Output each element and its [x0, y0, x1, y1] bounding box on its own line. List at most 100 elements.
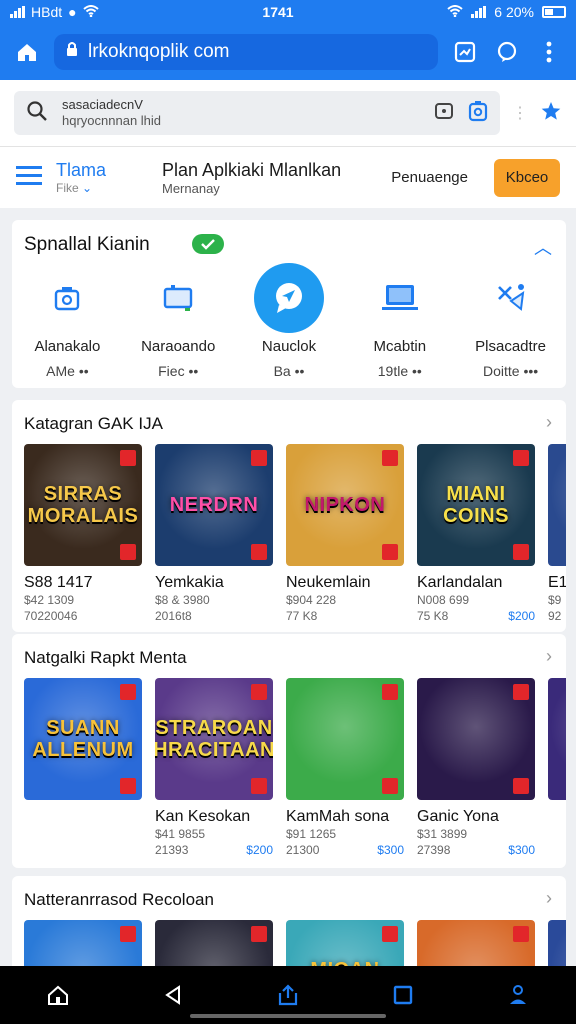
- app-tile[interactable]: SIRRAS MORALAIS S88 1417 $42 1309 70220046: [24, 444, 142, 624]
- category-item[interactable]: Naraoando Fiec ••: [123, 260, 234, 380]
- app-tile[interactable]: Ganic Yona $31 3899 27398 $300: [417, 678, 535, 858]
- section-title: Natgalki Rapkt Menta: [24, 648, 187, 667]
- square-icon: [393, 985, 413, 1005]
- app-meta-2: 2016t8: [155, 609, 192, 623]
- app-title: Kan Kesokan: [155, 808, 251, 825]
- camera-search-icon[interactable]: [468, 100, 488, 127]
- badge-icon: [120, 544, 136, 560]
- app-title: Karlandalan: [417, 574, 503, 591]
- app-title: E1: [548, 574, 566, 591]
- category-label: Plsacadtre: [475, 338, 547, 355]
- battery-icon: [542, 6, 566, 18]
- app-tile[interactable]: [548, 678, 566, 858]
- tabs-button[interactable]: [450, 37, 480, 67]
- home-indicator[interactable]: [190, 1014, 386, 1018]
- app-thumbnail[interactable]: STRAROAN HRACITAAN: [155, 678, 273, 800]
- app-thumbnail[interactable]: [417, 920, 535, 972]
- badge-icon: [382, 684, 398, 700]
- app-meta-2: 21393: [155, 843, 189, 857]
- app-thumbnail[interactable]: SIRRAS MORALAIS: [24, 444, 142, 566]
- nav-back-button[interactable]: [153, 975, 193, 1015]
- chevron-right-icon[interactable]: ›: [546, 888, 552, 909]
- app-thumbnail[interactable]: [548, 678, 566, 800]
- app-thumbnail[interactable]: [417, 678, 535, 800]
- app-thumbnail[interactable]: [286, 678, 404, 800]
- app-thumbnail[interactable]: NERDRN: [155, 444, 273, 566]
- nav-home-button[interactable]: [38, 975, 78, 1015]
- nav-profile-button[interactable]: [498, 975, 538, 1015]
- section-card-3: Natteranrrasod Recoloan › MIOAN MEREEN: [12, 876, 566, 972]
- app-meta-2: 27398: [417, 843, 451, 857]
- app-price: $300: [377, 843, 404, 857]
- page-title: Plan Aplkiaki Mlanlkan: [162, 159, 342, 180]
- app-tile[interactable]: SUANN ALLENUM: [24, 678, 142, 858]
- app-thumbnail[interactable]: [155, 920, 273, 972]
- divider-dots: ⋮: [512, 105, 528, 122]
- category-item[interactable]: Mcabtin 19tle ••: [344, 260, 455, 380]
- status-bar: HBdt ● 1741 6 20%: [0, 0, 576, 24]
- nav-share-button[interactable]: [268, 975, 308, 1015]
- hamburger-icon[interactable]: [16, 164, 42, 191]
- search-input[interactable]: sasaciadecnV hqryocnnnan lhid: [14, 91, 500, 135]
- chevron-right-icon[interactable]: ›: [546, 646, 552, 667]
- category-item[interactable]: Alanakalo AMe ••: [12, 260, 123, 380]
- nav-tabs-button[interactable]: [383, 975, 423, 1015]
- app-thumbnail[interactable]: SUANN ALLENUM: [24, 678, 142, 800]
- app-tile[interactable]: NIPKON Neukemlain $904 228 77 K8: [286, 444, 404, 624]
- thumbnail-title-art: MIANI COINS: [443, 483, 509, 527]
- app-tile[interactable]: [417, 920, 535, 972]
- app-tile[interactable]: MIANI COINS Karlandalan N008 699 75 K8 $200: [417, 444, 535, 624]
- app-meta-2: 92: [548, 609, 562, 623]
- app-thumbnail[interactable]: [24, 920, 142, 972]
- app-thumbnail[interactable]: MIOAN MEREEN: [286, 920, 404, 972]
- badge-icon: [513, 544, 529, 560]
- notification-icon: ●: [68, 4, 77, 20]
- app-tile[interactable]: NERDRN Yemkakia $8 & 3980 2016t8: [155, 444, 273, 624]
- home-button[interactable]: [12, 37, 42, 67]
- badge-icon: [382, 778, 398, 794]
- app-thumbnail[interactable]: [548, 920, 566, 972]
- scan-icon[interactable]: [434, 102, 454, 125]
- header-cta-button[interactable]: Kbceo: [494, 158, 560, 197]
- search-icon: [26, 100, 48, 127]
- section-card-2: Natgalki Rapkt Menta › SUANN ALLENUM STRA…: [12, 634, 566, 868]
- app-thumbnail[interactable]: MIANI COINS: [417, 444, 535, 566]
- assistant-button[interactable]: [492, 37, 522, 67]
- tabs-icon: [454, 41, 476, 63]
- badge-icon: [513, 684, 529, 700]
- menu-button[interactable]: [534, 37, 564, 67]
- app-tile[interactable]: [155, 920, 273, 972]
- chevron-right-icon[interactable]: ›: [546, 412, 552, 433]
- header-link[interactable]: Penuaenge: [391, 169, 468, 186]
- category-list: Alanakalo AMe •• Naraoando Fiec •• Naucl…: [12, 260, 566, 380]
- badge-icon: [513, 926, 529, 942]
- home-outline-icon: [47, 985, 68, 1005]
- section-title: Katagran GAK IJA: [24, 414, 163, 433]
- category-item[interactable]: Nauclok Ba ••: [234, 260, 345, 380]
- app-tile[interactable]: E1 $9 92: [548, 444, 566, 624]
- thumbnail-title-art: NIPKON: [304, 494, 386, 516]
- search-query: sasaciadecnV: [62, 97, 143, 112]
- chevron-up-icon[interactable]: ︿: [534, 234, 552, 260]
- thumbnail-title-art: STRAROAN HRACITAAN: [155, 717, 273, 761]
- category-item[interactable]: Plsacadtre Doitte •••: [455, 260, 566, 380]
- wifi-icon: [82, 4, 99, 20]
- category-sub: Doitte •••: [483, 363, 539, 379]
- app-tile-row: MIOAN MEREEN: [24, 920, 566, 972]
- app-tile[interactable]: KamMah sona $91 1265 21300 $300: [286, 678, 404, 858]
- bookmark-star-icon[interactable]: [540, 100, 562, 127]
- app-tile[interactable]: STRAROAN HRACITAAN Kan Kesokan $41 9855 213…: [155, 678, 273, 858]
- app-meta: $8 & 3980: [155, 593, 210, 607]
- app-tile[interactable]: MIOAN MEREEN: [286, 920, 404, 972]
- app-tile[interactable]: [548, 920, 566, 972]
- brand[interactable]: Tlama Fike ⌄: [56, 160, 148, 195]
- badge-icon: [382, 544, 398, 560]
- app-thumbnail[interactable]: [548, 444, 566, 566]
- camera-icon: [52, 260, 82, 336]
- app-meta: $41 9855: [155, 827, 206, 841]
- app-title: Neukemlain: [286, 574, 371, 591]
- address-bar[interactable]: lrkoknqoplik com: [54, 34, 438, 70]
- app-thumbnail[interactable]: NIPKON: [286, 444, 404, 566]
- page-subtitle: Mernanay: [162, 180, 220, 196]
- app-tile[interactable]: [24, 920, 142, 972]
